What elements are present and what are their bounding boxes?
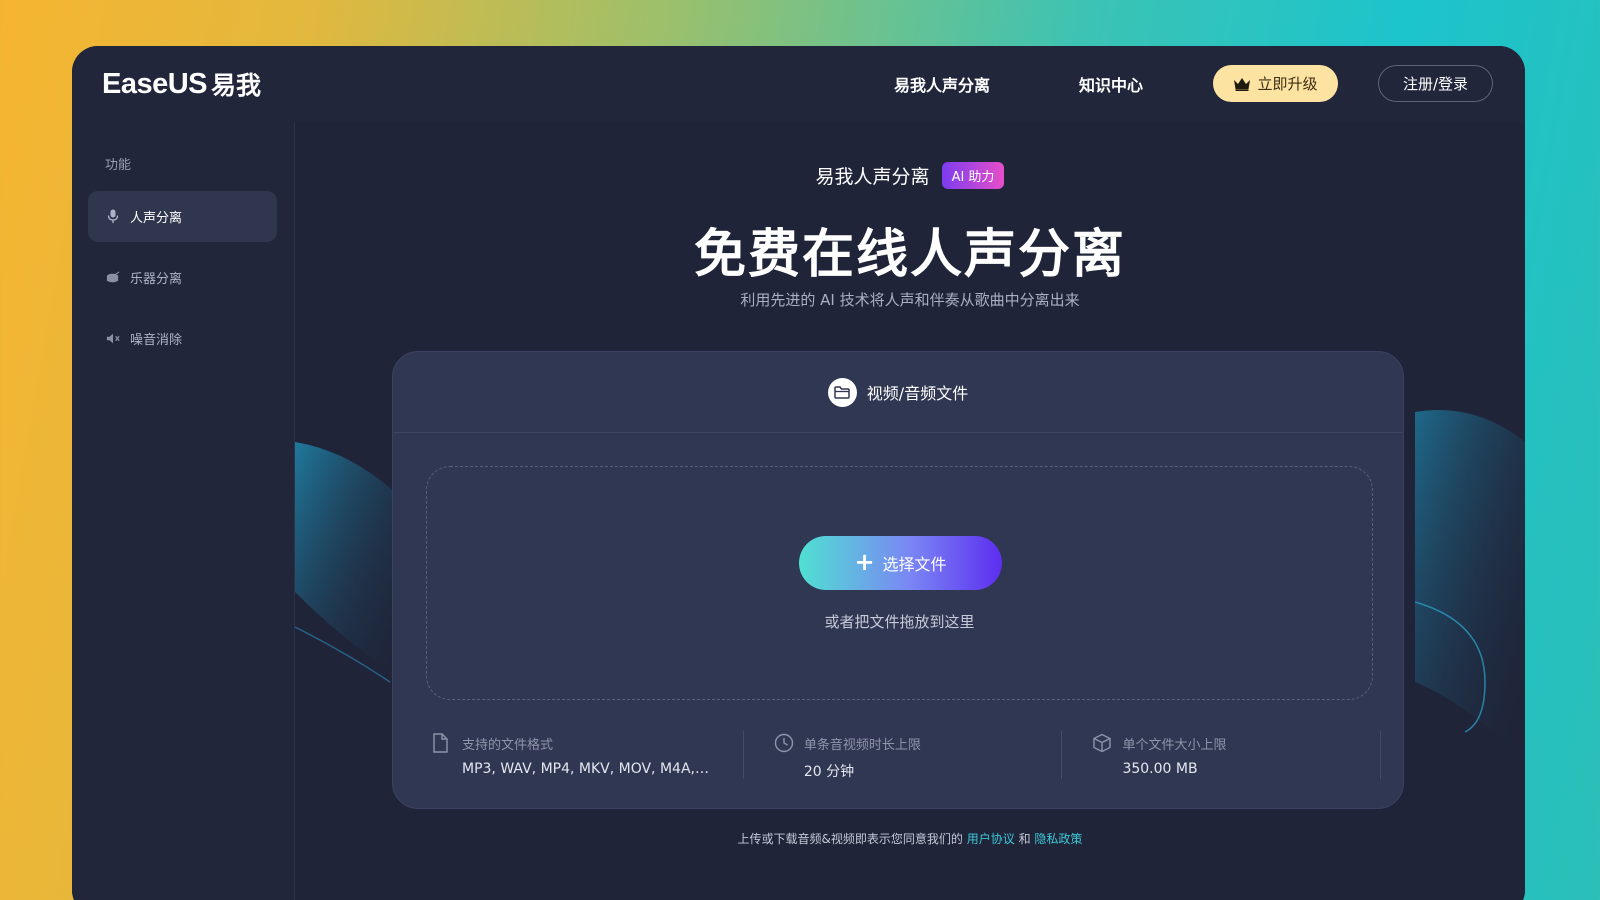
sidebar-item-label: 人声分离 [130,211,183,226]
upgrade-label: 立即升级 [1257,75,1318,93]
terms-and: 和 [1018,832,1031,846]
nav-vocal-separation[interactable]: 易我人声分离 [894,72,990,96]
info-duration-limit: 单条音视频时长上限 20 分钟 [744,731,1063,780]
top-header: EaseUS 易我 易我人声分离 知识中心 立即升级 注册/登录 [72,46,1525,122]
tab-label: 视频/音频文件 [866,384,969,403]
info-value: MP3, WAV, MP4, MKV, MOV, M4A, ... [462,761,712,777]
upgrade-button[interactable]: 立即升级 [1213,65,1338,102]
logo-cn-text: 易我 [211,71,262,100]
folder-icon [827,377,857,407]
product-name: 易我人声分离 [815,166,930,188]
microphone-icon [106,209,120,224]
info-label: 支持的文件格式 [462,738,554,753]
info-value: 350.00 MB [1122,761,1198,777]
privacy-policy-link[interactable]: 隐私政策 [1034,832,1082,846]
sidebar-item-instrument-separation[interactable]: 乐器分离 [88,252,277,303]
sidebar-item-label: 噪音消除 [130,333,183,348]
info-value: 20 分钟 [803,764,855,780]
sidebar: 功能 人声分离 乐器分离 噪音消除 [72,122,295,900]
upload-card: 视频/音频文件 + 选择文件 或者把文件拖放到这里 支持的文件格式 MP3, W… [392,351,1404,809]
sidebar-item-vocal-separation[interactable]: 人声分离 [88,191,277,242]
file-drop-zone[interactable]: + 选择文件 或者把文件拖放到这里 [426,466,1373,700]
box-icon [1092,731,1112,779]
hero-subtitle: 利用先进的 AI 技术将人声和伴奏从歌曲中分离出来 [740,291,1080,309]
plus-icon: + [854,547,875,576]
clock-icon [774,731,794,779]
info-supported-formats: 支持的文件格式 MP3, WAV, MP4, MKV, MOV, M4A, ..… [426,731,744,779]
crown-icon [1234,77,1251,91]
file-icon [432,731,452,779]
drum-icon [106,271,120,285]
choose-file-label: 选择文件 [882,555,947,574]
nav-knowledge-center[interactable]: 知识中心 [1079,72,1143,96]
drop-hint: 或者把文件拖放到这里 [824,613,975,631]
speaker-noise-icon [106,332,120,346]
sidebar-item-noise-removal[interactable]: 噪音消除 [88,313,277,364]
terms-prefix: 上传或下载音频&视频即表示您同意我们的 [737,832,963,846]
logo-text: EaseUS [102,67,208,100]
easeus-logo[interactable]: EaseUS 易我 [102,64,261,104]
choose-file-button[interactable]: + 选择文件 [799,536,1002,590]
app-window: EaseUS 易我 易我人声分离 知识中心 立即升级 注册/登录 功能 人声分离… [72,46,1525,900]
login-button[interactable]: 注册/登录 [1378,65,1493,102]
info-label: 单个文件大小上限 [1122,738,1227,753]
terms-note: 上传或下载音频&视频即表示您同意我们的 用户协议 和 隐私政策 [295,830,1525,847]
info-size-limit: 单个文件大小上限 350.00 MB [1062,731,1381,779]
hero-title: 免费在线人声分离 [693,225,1126,285]
main-content: 易我人声分离 AI 助力 免费在线人声分离 利用先进的 AI 技术将人声和伴奏从… [295,122,1525,900]
sidebar-item-label: 乐器分离 [130,272,183,287]
product-badge-row: 易我人声分离 AI 助力 [295,162,1525,189]
sidebar-title: 功能 [105,158,132,173]
upload-info-row: 支持的文件格式 MP3, WAV, MP4, MKV, MOV, M4A, ..… [426,731,1381,780]
tab-video-audio-file[interactable]: 视频/音频文件 [393,352,1403,433]
info-label: 单条音视频时长上限 [803,738,921,753]
ai-badge: AI 助力 [941,162,1005,189]
user-agreement-link[interactable]: 用户协议 [967,832,1015,846]
